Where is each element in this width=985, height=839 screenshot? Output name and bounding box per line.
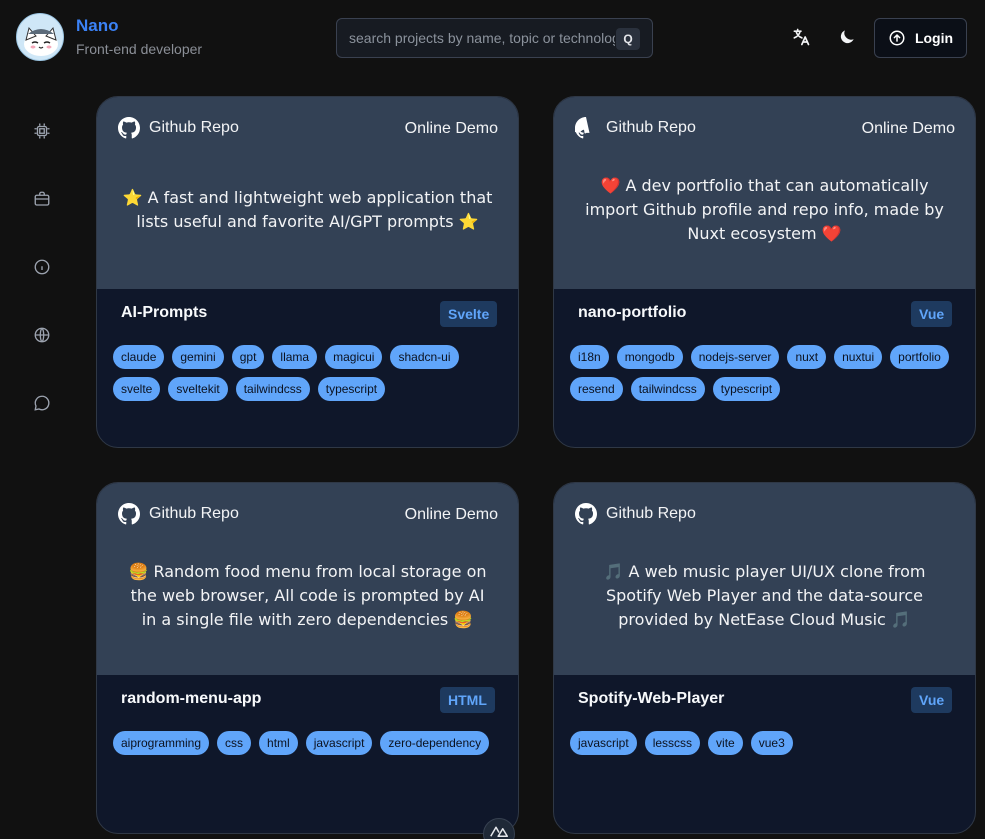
github-repo-link[interactable]: Github Repo (118, 503, 239, 525)
tag[interactable]: javascript (570, 731, 637, 755)
language-badge: HTML (440, 687, 495, 713)
project-description: 🎵 A web music player UI/UX clone from Sp… (603, 562, 926, 629)
github-icon (575, 117, 590, 139)
github-repo-label: Github Repo (149, 119, 239, 136)
tag[interactable]: html (259, 731, 298, 755)
github-icon (575, 503, 597, 525)
card-header: Github Repo Online Demo ⭐ A fast and lig… (97, 97, 518, 289)
tag[interactable]: nodejs-server (690, 345, 780, 369)
brand-name[interactable]: Nano (76, 16, 119, 36)
tag[interactable]: nuxt (787, 345, 827, 369)
github-repo-link[interactable]: Github Repo (118, 117, 239, 139)
project-card: Github Repo Online Demo ⭐ A fast and lig… (96, 96, 519, 448)
login-arrow-icon (889, 30, 905, 46)
tag[interactable]: gpt (231, 345, 265, 369)
search-input[interactable] (349, 19, 615, 57)
chat-icon[interactable] (32, 393, 52, 413)
login-label: Login (914, 30, 954, 46)
github-repo-label: Github Repo (606, 505, 696, 522)
tag[interactable]: gemini (172, 345, 224, 369)
moon-icon[interactable] (836, 26, 858, 48)
project-card: Github Repo Online Demo ❤️ A dev portfol… (553, 96, 976, 448)
project-name[interactable]: random-menu-app (121, 690, 261, 708)
project-description: 🍔 Random food menu from local storage on… (128, 562, 487, 629)
project-card: Github Repo 🎵 A web music player UI/UX c… (553, 482, 976, 834)
tag[interactable]: typescript (712, 377, 781, 401)
tag[interactable]: css (217, 731, 252, 755)
tag[interactable]: svelte (113, 377, 161, 401)
translate-icon[interactable] (790, 26, 812, 48)
info-icon[interactable] (32, 257, 52, 277)
tag[interactable]: tailwindcss (235, 377, 310, 401)
tag[interactable]: javascript (305, 731, 373, 755)
tag[interactable]: shadcn-ui (390, 345, 459, 369)
tag[interactable]: i18n (570, 345, 609, 369)
tag[interactable]: nuxtui (834, 345, 883, 369)
language-badge: Vue (911, 687, 953, 713)
online-demo-link[interactable]: Online Demo (405, 120, 498, 138)
top-header: Nano Front-end developer Q Login (0, 0, 985, 76)
tag[interactable]: mongodb (616, 345, 683, 369)
project-name[interactable]: nano-portfolio (578, 304, 686, 322)
online-demo-link[interactable]: Online Demo (405, 506, 498, 524)
language-badge: Svelte (440, 301, 498, 327)
github-icon (118, 117, 140, 139)
card-header: Github Repo Online Demo ❤️ A dev portfol… (554, 97, 975, 289)
project-name[interactable]: Spotify-Web-Player (578, 690, 724, 708)
project-name[interactable]: AI-Prompts (121, 304, 207, 322)
briefcase-icon[interactable] (32, 189, 52, 209)
tag[interactable]: tailwindcss (630, 377, 705, 401)
cat-avatar-icon (24, 26, 58, 56)
tag[interactable]: vue3 (750, 731, 793, 755)
tag-list: i18n mongodb nodejs-server nuxt nuxtui p… (570, 345, 960, 401)
search-shortcut-key: Q (616, 28, 640, 50)
card-header: Github Repo Online Demo 🍔 Random food me… (97, 483, 518, 675)
tag[interactable]: sveltekit (168, 377, 228, 401)
tag-list: javascript lesscss vite vue3 (570, 731, 960, 755)
login-button[interactable]: Login (874, 18, 967, 58)
tag[interactable]: llama (272, 345, 318, 369)
brand-subtitle: Front-end developer (76, 41, 203, 57)
tag[interactable]: magicui (325, 345, 383, 369)
online-demo-link[interactable]: Online Demo (862, 120, 955, 138)
github-repo-label: Github Repo (606, 119, 696, 136)
avatar[interactable] (16, 13, 64, 61)
cpu-icon[interactable] (32, 121, 52, 141)
tag[interactable]: zero-dependency (380, 731, 490, 755)
tag-list: claude gemini gpt llama magicui shadcn-u… (113, 345, 503, 401)
tag[interactable]: aiprogramming (113, 731, 210, 755)
tag[interactable]: lesscss (644, 731, 701, 755)
tag[interactable]: claude (113, 345, 165, 369)
project-description: ⭐ A fast and lightweight web application… (122, 188, 493, 231)
nuxt-icon (490, 826, 508, 837)
globe-icon[interactable] (32, 325, 52, 345)
project-card: Github Repo Online Demo 🍔 Random food me… (96, 482, 519, 834)
card-header: Github Repo 🎵 A web music player UI/UX c… (554, 483, 975, 675)
tag[interactable]: vite (708, 731, 743, 755)
tag[interactable]: typescript (317, 377, 386, 401)
tag[interactable]: portfolio (890, 345, 949, 369)
github-repo-label: Github Repo (149, 505, 239, 522)
github-icon (118, 503, 140, 525)
github-repo-link[interactable]: Github Repo (575, 503, 696, 525)
project-description: ❤️ A dev portfolio that can automaticall… (585, 176, 944, 243)
language-badge: Vue (911, 301, 953, 327)
tag[interactable]: resend (570, 377, 623, 401)
github-repo-link[interactable]: Github Repo (575, 117, 696, 139)
tag-list: aiprogramming css html javascript zero-d… (113, 731, 503, 755)
search-box: Q (336, 18, 653, 58)
